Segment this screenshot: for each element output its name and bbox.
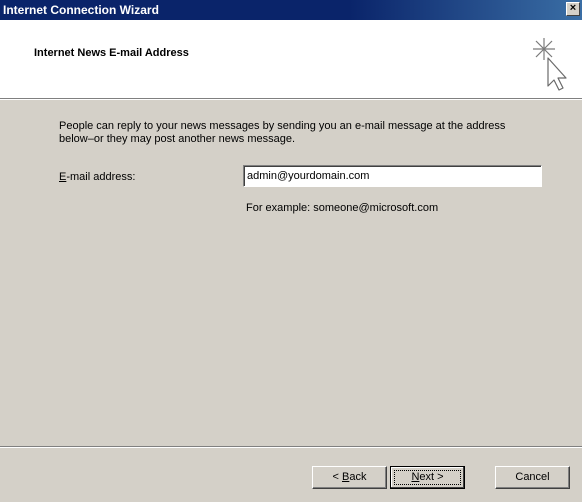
footer-separator-highlight [0, 447, 582, 448]
header-separator [0, 99, 582, 100]
email-address-input[interactable] [243, 165, 542, 187]
title-bar[interactable]: Internet Connection Wizard × [0, 0, 582, 20]
description-text: People can reply to your news messages b… [59, 120, 506, 145]
close-icon: × [569, 2, 577, 14]
wizard-header: Internet News E-mail Address [0, 20, 582, 99]
back-button-prefix: < [332, 471, 342, 483]
back-button-label: ack [349, 471, 367, 483]
email-label: E-mail address: [59, 171, 135, 183]
next-button[interactable]: Next > [390, 466, 465, 489]
wizard-cursor-sparkle-icon [533, 38, 567, 91]
page-title: Internet News E-mail Address [34, 47, 189, 59]
back-button[interactable]: < Back [312, 466, 387, 489]
cancel-button[interactable]: Cancel [495, 466, 570, 489]
email-label-text: -mail address: [66, 171, 136, 183]
wizard-window: Internet Connection Wizard × Internet Ne… [0, 0, 582, 502]
next-button-focus-ring [394, 470, 461, 485]
window-title: Internet Connection Wizard [3, 3, 159, 17]
example-text: For example: someone@microsoft.com [246, 202, 439, 214]
close-button[interactable]: × [566, 2, 580, 16]
